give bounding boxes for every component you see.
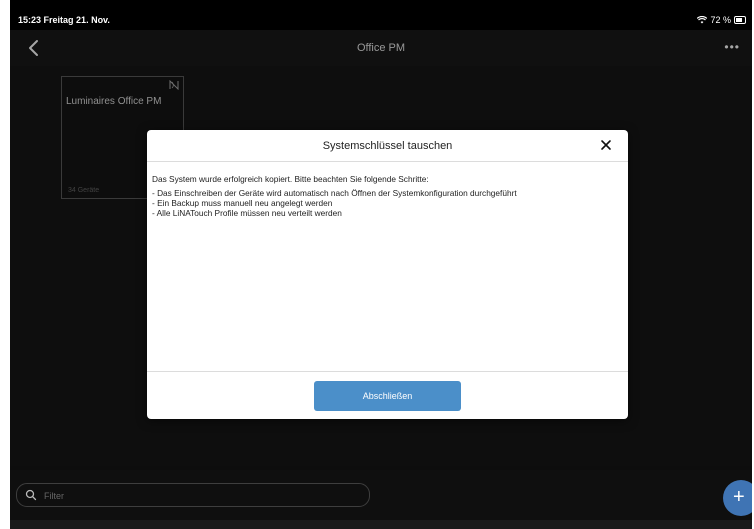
app-screen: 15:23 Freitag 21. Nov. 72 % Office PM ••… [10, 8, 752, 529]
filter-field[interactable] [16, 483, 370, 507]
add-button[interactable]: + [723, 480, 752, 516]
battery-percent: 72 % [710, 15, 731, 25]
finish-button[interactable]: Abschließen [314, 381, 461, 411]
close-icon[interactable] [598, 137, 614, 153]
search-icon [25, 489, 37, 501]
status-date: Freitag 21. Nov. [43, 15, 110, 25]
wifi-icon [697, 16, 708, 24]
frame-left-edge [0, 0, 10, 529]
status-bar: 15:23 Freitag 21. Nov. 72 % [10, 8, 752, 30]
filter-input[interactable] [42, 487, 346, 505]
dialog-title: Systemschlüssel tauschen [322, 140, 453, 152]
status-indicators: 72 % [697, 15, 746, 25]
dialog-message: Das System wurde erfolgreich kopiert. Bi… [152, 174, 623, 218]
dialog-header-divider [147, 161, 628, 162]
status-datetime: 15:23 Freitag 21. Nov. [18, 15, 110, 25]
dialog-footer-divider [147, 371, 628, 372]
home-indicator-area [10, 520, 752, 529]
status-time: 15:23 [18, 15, 42, 25]
dialog-step: - Das Einschreiben der Geräte wird autom… [152, 188, 517, 198]
swap-system-key-dialog: Systemschlüssel tauschen Das System wurd… [147, 130, 628, 419]
battery-icon [734, 16, 746, 24]
dialog-lead-text: Das System wurde erfolgreich kopiert. Bi… [152, 174, 429, 184]
bottom-bar: + [10, 470, 752, 520]
dialog-step: - Alle LiNATouch Profile müssen neu vert… [152, 208, 342, 218]
plus-icon: + [733, 486, 745, 508]
dialog-step: - Ein Backup muss manuell neu angelegt w… [152, 198, 333, 208]
